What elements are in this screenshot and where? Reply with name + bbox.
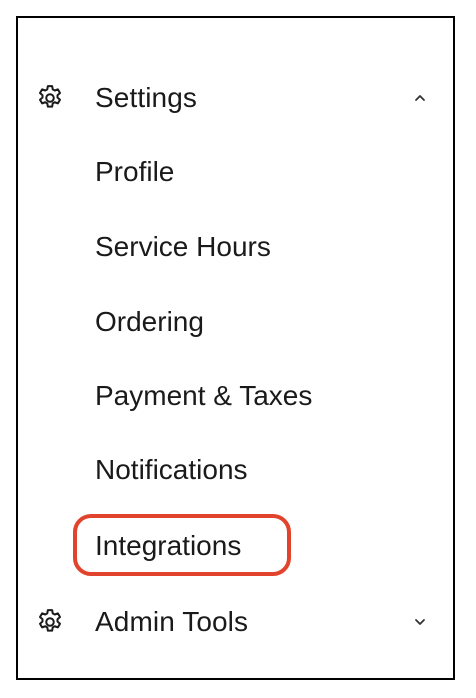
nav-admin-tools-label: Admin Tools	[95, 606, 249, 637]
nav-item-notifications[interactable]: Notifications	[95, 448, 248, 492]
nav-admin-tools[interactable]: Admin Tools	[18, 598, 453, 646]
settings-sidebar-panel: Settings Profile Service Hours Ordering …	[16, 16, 455, 680]
nav-item-integrations[interactable]: Integrations	[95, 524, 241, 568]
nav-item-service-hours[interactable]: Service Hours	[95, 225, 271, 269]
nav-item-profile[interactable]: Profile	[95, 150, 174, 194]
nav-item-ordering[interactable]: Ordering	[95, 300, 204, 344]
nav-item-payment-taxes[interactable]: Payment & Taxes	[95, 374, 312, 418]
gear-icon	[34, 82, 66, 114]
nav-settings-label: Settings	[95, 82, 197, 113]
chevron-down-icon[interactable]	[413, 615, 427, 629]
gear-icon	[34, 606, 66, 638]
nav-settings[interactable]: Settings	[18, 74, 453, 122]
chevron-up-icon[interactable]	[413, 91, 427, 105]
